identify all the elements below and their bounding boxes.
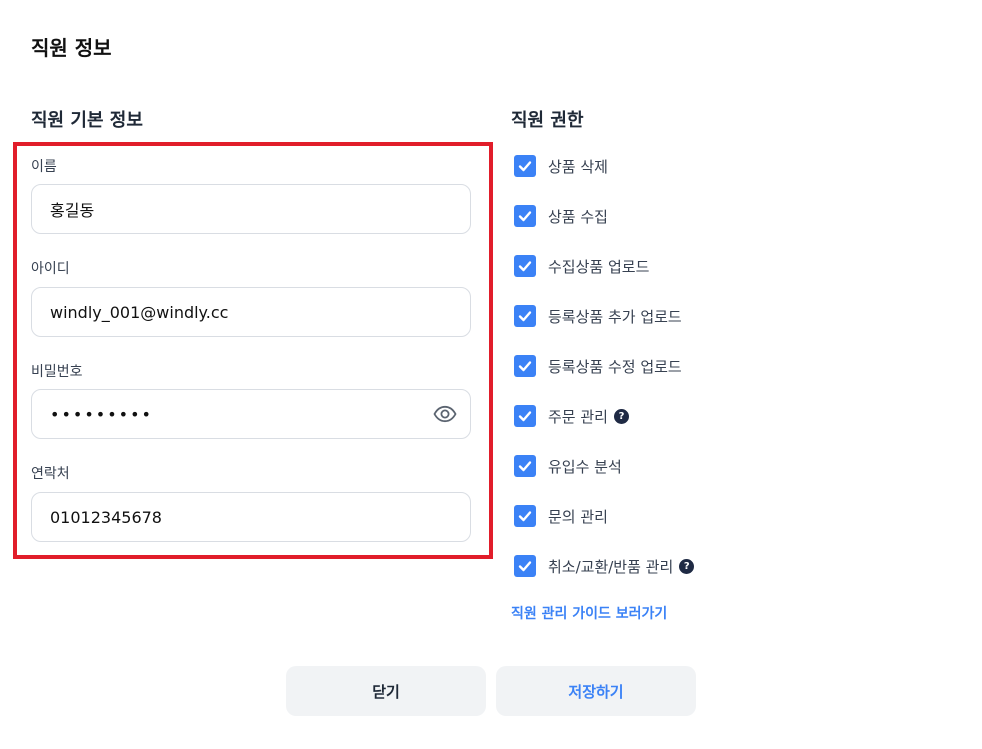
page-title: 직원 정보	[31, 36, 112, 60]
permissions-title: 직원 권한	[511, 110, 584, 131]
checkbox-checked-icon[interactable]	[514, 355, 536, 377]
permission-label: 주문 관리	[548, 407, 608, 426]
contact-input[interactable]: 01012345678	[31, 492, 471, 542]
checkbox-checked-icon[interactable]	[514, 505, 536, 527]
permission-item-additional-upload[interactable]: 등록상품 추가 업로드	[514, 304, 682, 328]
save-button[interactable]: 저장하기	[496, 666, 696, 716]
name-input[interactable]: 홍길동	[31, 184, 471, 234]
guide-link[interactable]: 직원 관리 가이드 보러가기	[511, 603, 667, 623]
permission-label: 등록상품 수정 업로드	[548, 357, 682, 376]
checkbox-checked-icon[interactable]	[514, 405, 536, 427]
permission-label: 등록상품 추가 업로드	[548, 307, 682, 326]
permission-label: 취소/교환/반품 관리	[548, 557, 674, 576]
password-label: 비밀번호	[31, 364, 83, 380]
permission-item-inquiry-management[interactable]: 문의 관리	[514, 504, 608, 528]
close-button[interactable]: 닫기	[286, 666, 486, 716]
permission-item-collect-product[interactable]: 상품 수집	[514, 204, 608, 228]
password-value: •••••••••	[50, 404, 153, 424]
id-value: windly_001@windly.cc	[50, 302, 229, 322]
name-value: 홍길동	[50, 201, 95, 220]
permission-label: 유입수 분석	[548, 457, 622, 476]
permission-item-cancel-exchange-return[interactable]: 취소/교환/반품 관리 ?	[514, 554, 695, 578]
help-icon[interactable]: ?	[679, 558, 695, 574]
permission-item-upload-collected[interactable]: 수집상품 업로드	[514, 254, 649, 278]
basic-info-title: 직원 기본 정보	[31, 110, 143, 131]
checkbox-checked-icon[interactable]	[514, 555, 536, 577]
eye-icon[interactable]	[432, 401, 458, 427]
permission-item-order-management[interactable]: 주문 관리 ?	[514, 404, 629, 428]
permission-label: 상품 삭제	[548, 157, 608, 176]
checkbox-checked-icon[interactable]	[514, 255, 536, 277]
permission-label: 수집상품 업로드	[548, 257, 650, 276]
permission-item-traffic-analysis[interactable]: 유입수 분석	[514, 454, 622, 478]
id-label: 아이디	[31, 261, 70, 277]
help-icon[interactable]: ?	[613, 408, 629, 424]
id-input[interactable]: windly_001@windly.cc	[31, 287, 471, 337]
name-label: 이름	[31, 159, 57, 175]
contact-value: 01012345678	[50, 507, 162, 527]
password-input[interactable]: •••••••••	[31, 389, 471, 439]
staff-info-dialog: 직원 정보 직원 기본 정보 이름 홍길동 아이디 windly_001@win…	[0, 0, 982, 749]
checkbox-checked-icon[interactable]	[514, 155, 536, 177]
checkbox-checked-icon[interactable]	[514, 455, 536, 477]
permission-item-edit-upload[interactable]: 등록상품 수정 업로드	[514, 354, 682, 378]
permission-label: 상품 수집	[548, 207, 608, 226]
permission-label: 문의 관리	[548, 507, 608, 526]
contact-label: 연락처	[31, 466, 70, 482]
permission-item-delete-product[interactable]: 상품 삭제	[514, 154, 608, 178]
checkbox-checked-icon[interactable]	[514, 305, 536, 327]
checkbox-checked-icon[interactable]	[514, 205, 536, 227]
